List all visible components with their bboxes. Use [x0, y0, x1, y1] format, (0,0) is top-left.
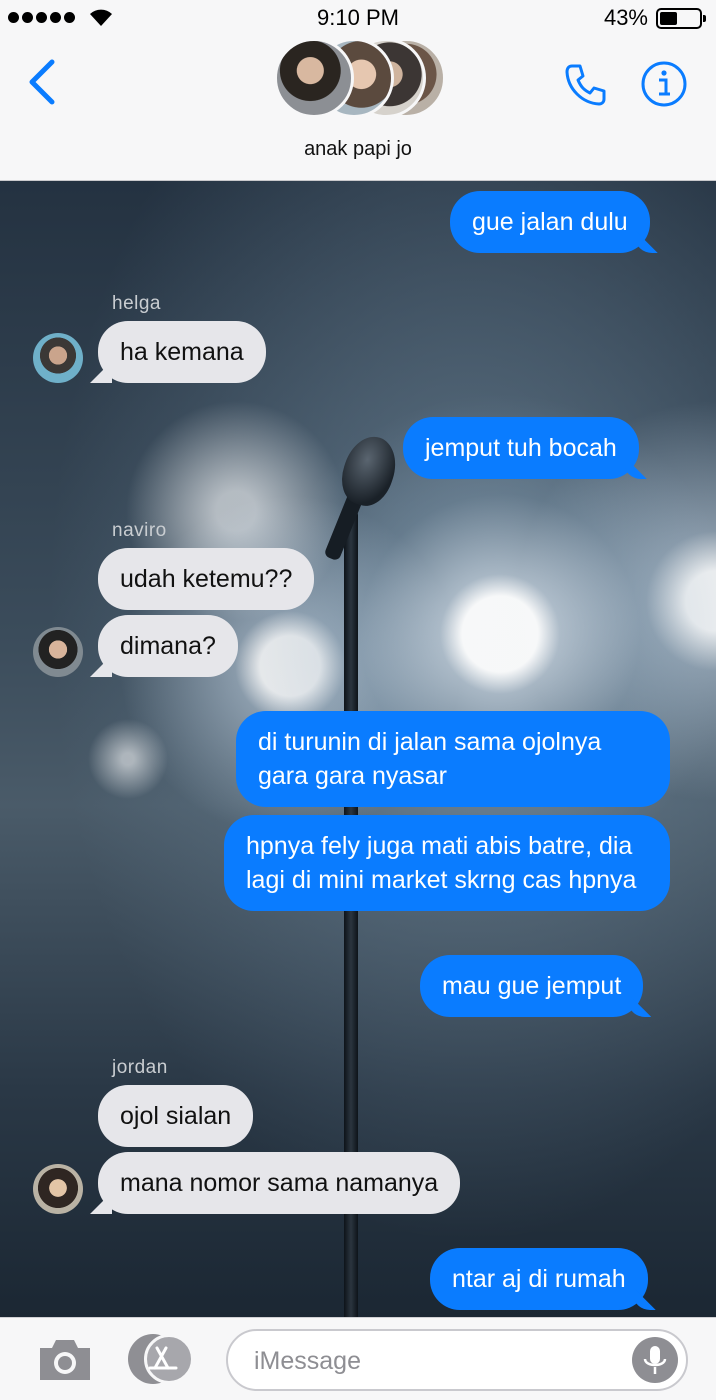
- group-name[interactable]: anak papi jo: [0, 138, 716, 161]
- message-bubble-outgoing[interactable]: hpnya fely juga mati abis batre, dia lag…: [224, 815, 670, 911]
- imessage-input[interactable]: iMessage: [226, 1329, 688, 1391]
- info-button[interactable]: [640, 60, 688, 108]
- message-bubble-outgoing[interactable]: di turunin di jalan sama ojolnya gara ga…: [236, 711, 670, 807]
- status-bar: 9:10 PM 43%: [0, 0, 716, 36]
- microphone-icon: [643, 1346, 667, 1374]
- message-bubble-incoming[interactable]: dimana?: [98, 615, 238, 677]
- avatar[interactable]: [33, 627, 83, 677]
- info-icon: [641, 61, 687, 107]
- dictation-button[interactable]: [632, 1337, 678, 1383]
- message-bubble-outgoing[interactable]: gue jalan dulu: [450, 191, 650, 253]
- group-avatars[interactable]: [274, 38, 446, 122]
- message-bubble-incoming[interactable]: mana nomor sama namanya: [98, 1152, 461, 1214]
- message-bubble-outgoing[interactable]: jemput tuh bocah: [403, 417, 639, 479]
- back-button[interactable]: [24, 56, 64, 108]
- sender-name: jordan: [112, 1057, 168, 1078]
- message-bubble-incoming[interactable]: ojol sialan: [98, 1085, 254, 1147]
- input-placeholder: iMessage: [254, 1347, 361, 1375]
- sender-name: helga: [112, 293, 161, 314]
- message-bubble-incoming[interactable]: ha kemana: [98, 321, 266, 383]
- message-bubble-incoming[interactable]: udah ketemu??: [98, 548, 315, 610]
- battery-percentage: 43%: [603, 5, 648, 30]
- message-bubble-outgoing[interactable]: ntar aj di rumah: [430, 1248, 648, 1310]
- app-store-button[interactable]: [128, 1334, 196, 1384]
- app-store-icon: [148, 1346, 178, 1370]
- conversation-header: 9:10 PM 43% anak papi jo: [0, 0, 716, 181]
- avatar[interactable]: [33, 1164, 83, 1214]
- camera-icon: [40, 1340, 90, 1380]
- message-bubble-outgoing[interactable]: mau gue jemput: [420, 955, 644, 1017]
- avatar: [274, 38, 354, 118]
- sender-name: naviro: [112, 520, 167, 541]
- call-button[interactable]: [562, 60, 610, 108]
- battery-icon: [656, 8, 706, 29]
- camera-button[interactable]: [36, 1336, 94, 1384]
- chevron-left-icon: [29, 59, 55, 105]
- phone-icon: [565, 64, 606, 106]
- compose-bar: iMessage: [0, 1317, 716, 1400]
- avatar[interactable]: [33, 333, 83, 383]
